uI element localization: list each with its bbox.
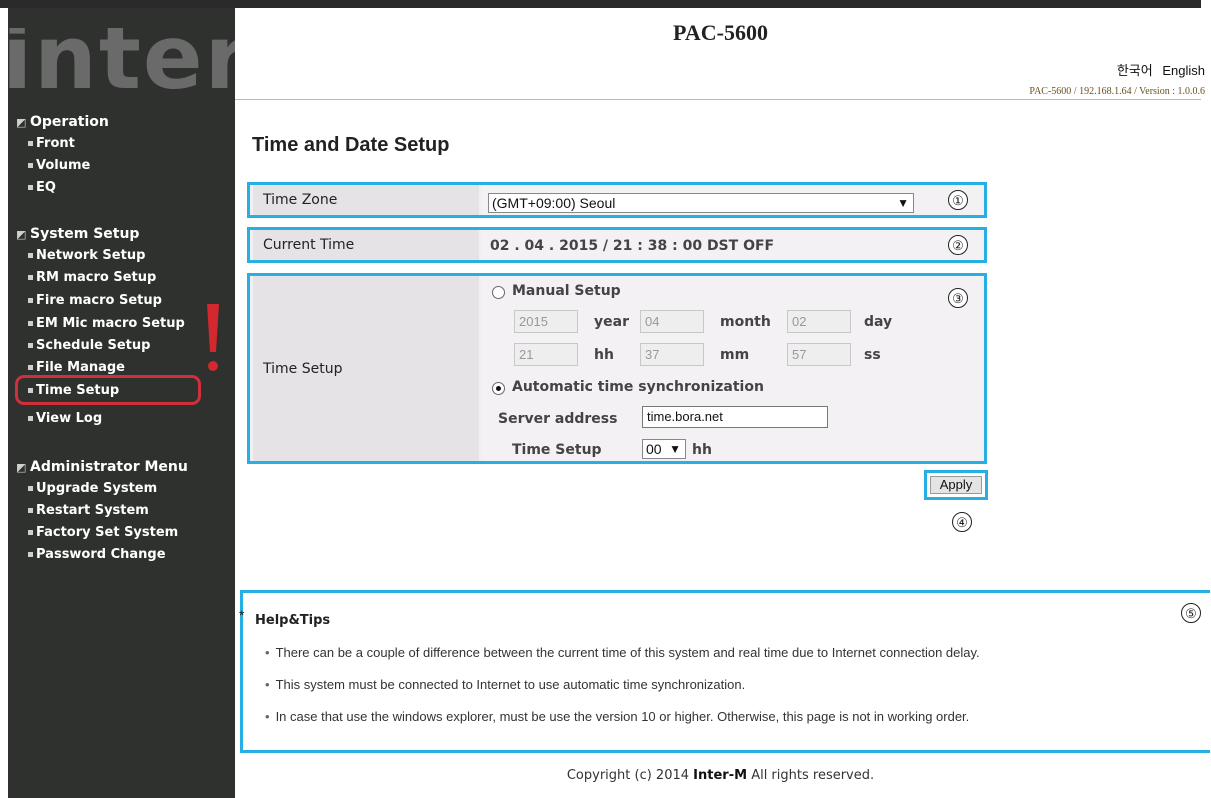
header-divider xyxy=(235,99,1201,100)
bullet-icon xyxy=(28,298,33,303)
help-tip: In case that use the windows explorer, m… xyxy=(265,709,970,724)
time-setup-cell: Manual Setup 2015 year 04 month 02 day 2… xyxy=(482,276,981,461)
help-star: * xyxy=(239,607,245,623)
sidebar-item-view-log[interactable]: View Log xyxy=(28,411,102,426)
minute-field[interactable]: 37 xyxy=(640,343,704,366)
help-tip: There can be a couple of difference betw… xyxy=(265,645,980,660)
inter-m-logo: interM xyxy=(8,28,235,104)
copyright-footer: Copyright (c) 2014 Inter-M All rights re… xyxy=(566,768,875,783)
current-time-row: Current Time 02 . 04 . 2015 / 21 : 38 : … xyxy=(247,227,987,263)
bullet-icon xyxy=(28,343,33,348)
marker-2: ② xyxy=(948,235,968,255)
apply-button[interactable]: Apply xyxy=(930,476,982,494)
sidebar-item-em-mic-macro-setup[interactable]: EM Mic macro Setup xyxy=(28,316,185,331)
time-zone-row: Time Zone (GMT+09:00) Seoul ▼ ① xyxy=(247,182,987,218)
sync-hour-unit: hh xyxy=(692,442,712,458)
bullet-icon xyxy=(28,275,33,280)
section-flag-icon: ◩ xyxy=(16,461,27,474)
help-tips-panel: * Help&Tips ⑤ There can be a couple of d… xyxy=(239,590,1210,753)
sync-hour-select[interactable]: 00 ▼ xyxy=(642,439,686,459)
minute-unit: mm xyxy=(720,347,750,363)
hour-unit: hh xyxy=(594,347,614,363)
sidebar-item-file-manage[interactable]: File Manage xyxy=(28,360,125,375)
sync-time-label: Time Setup xyxy=(512,442,602,458)
year-unit: year xyxy=(594,314,629,330)
server-address-input[interactable]: time.bora.net xyxy=(642,406,828,428)
sidebar-item-rm-macro-setup[interactable]: RM macro Setup xyxy=(28,270,156,285)
time-zone-select[interactable]: (GMT+09:00) Seoul ▼ xyxy=(488,193,914,213)
sidebar: interM ◩Operation Front Volume EQ ◩Syste… xyxy=(8,8,235,798)
sidebar-item-volume[interactable]: Volume xyxy=(28,158,90,173)
bullet-icon xyxy=(28,508,33,513)
selected-item-highlight xyxy=(15,375,201,405)
marker-4: ④ xyxy=(952,512,972,532)
page: interM ◩Operation Front Volume EQ ◩Syste… xyxy=(0,0,1211,798)
lang-korean-link[interactable]: 한국어 xyxy=(1117,63,1153,78)
time-setup-label: Time Setup xyxy=(253,276,479,461)
sidebar-section-operation[interactable]: ◩ Operation xyxy=(16,114,109,130)
chevron-down-icon: ▼ xyxy=(669,442,681,456)
help-tip: This system must be connected to Interne… xyxy=(265,677,746,692)
month-unit: month xyxy=(720,314,771,330)
marker-1: ① xyxy=(948,190,968,210)
bullet-icon xyxy=(28,552,33,557)
lang-english-link[interactable]: English xyxy=(1162,63,1205,78)
sidebar-item-upgrade-system[interactable]: Upgrade System xyxy=(28,481,157,496)
section-flag-icon: ◩ xyxy=(16,228,27,241)
language-switcher: 한국어 English xyxy=(1111,60,1205,79)
bullet-icon xyxy=(28,321,33,326)
help-title: Help&Tips xyxy=(255,613,331,628)
server-address-label: Server address xyxy=(498,411,618,427)
section-flag-icon: ◩ xyxy=(16,116,27,129)
sidebar-section-system-setup[interactable]: ◩ System Setup xyxy=(16,226,139,242)
sidebar-item-network-setup[interactable]: Network Setup xyxy=(28,248,145,263)
sidebar-item-password-change[interactable]: Password Change xyxy=(28,547,166,562)
current-time-cell: 02 . 04 . 2015 / 21 : 38 : 00 DST OFF xyxy=(482,230,981,260)
logo-wordmark: interM xyxy=(8,28,235,104)
chevron-down-icon: ▼ xyxy=(897,196,909,210)
sidebar-item-restart-system[interactable]: Restart System xyxy=(28,503,149,518)
bullet-icon xyxy=(28,365,33,370)
second-field[interactable]: 57 xyxy=(787,343,851,366)
sidebar-item-front[interactable]: Front xyxy=(28,136,75,151)
sidebar-item-fire-macro-setup[interactable]: Fire macro Setup xyxy=(28,293,162,308)
apply-button-frame: Apply xyxy=(924,470,988,500)
page-title: Time and Date Setup xyxy=(252,134,450,156)
bullet-icon xyxy=(28,416,33,421)
manual-setup-label: Manual Setup xyxy=(512,283,621,299)
time-zone-label: Time Zone xyxy=(253,185,479,215)
time-zone-cell: (GMT+09:00) Seoul ▼ xyxy=(482,185,981,215)
month-field[interactable]: 04 xyxy=(640,310,704,333)
hour-field[interactable]: 21 xyxy=(514,343,578,366)
time-setup-row: Time Setup Manual Setup 2015 year 04 mon… xyxy=(247,273,987,464)
sidebar-section-administrator-menu[interactable]: ◩ Administrator Menu xyxy=(16,459,188,475)
day-field[interactable]: 02 xyxy=(787,310,851,333)
day-unit: day xyxy=(864,314,893,330)
sidebar-item-factory-set-system[interactable]: Factory Set System xyxy=(28,525,178,540)
bullet-icon xyxy=(28,185,33,190)
bullet-icon xyxy=(28,530,33,535)
manual-setup-radio[interactable] xyxy=(492,286,505,299)
bullet-icon xyxy=(28,163,33,168)
sidebar-item-schedule-setup[interactable]: Schedule Setup xyxy=(28,338,150,353)
bullet-icon xyxy=(28,141,33,146)
bullet-icon xyxy=(28,486,33,491)
top-border xyxy=(0,0,1201,8)
left-margin xyxy=(0,8,8,798)
bullet-icon xyxy=(28,253,33,258)
year-field[interactable]: 2015 xyxy=(514,310,578,333)
auto-sync-radio[interactable] xyxy=(492,382,505,395)
exclamation-icon xyxy=(207,304,219,371)
current-time-value: 02 . 04 . 2015 / 21 : 38 : 00 DST OFF xyxy=(490,238,775,254)
marker-5: ⑤ xyxy=(1181,603,1201,623)
auto-sync-label: Automatic time synchronization xyxy=(512,379,764,395)
sidebar-item-eq[interactable]: EQ xyxy=(28,180,56,195)
device-title: PAC-5600 xyxy=(673,20,768,45)
version-info: PAC-5600 / 192.168.1.64 / Version : 1.0.… xyxy=(1029,86,1205,97)
second-unit: ss xyxy=(864,347,881,363)
marker-3: ③ xyxy=(948,288,968,308)
current-time-label: Current Time xyxy=(253,230,479,260)
